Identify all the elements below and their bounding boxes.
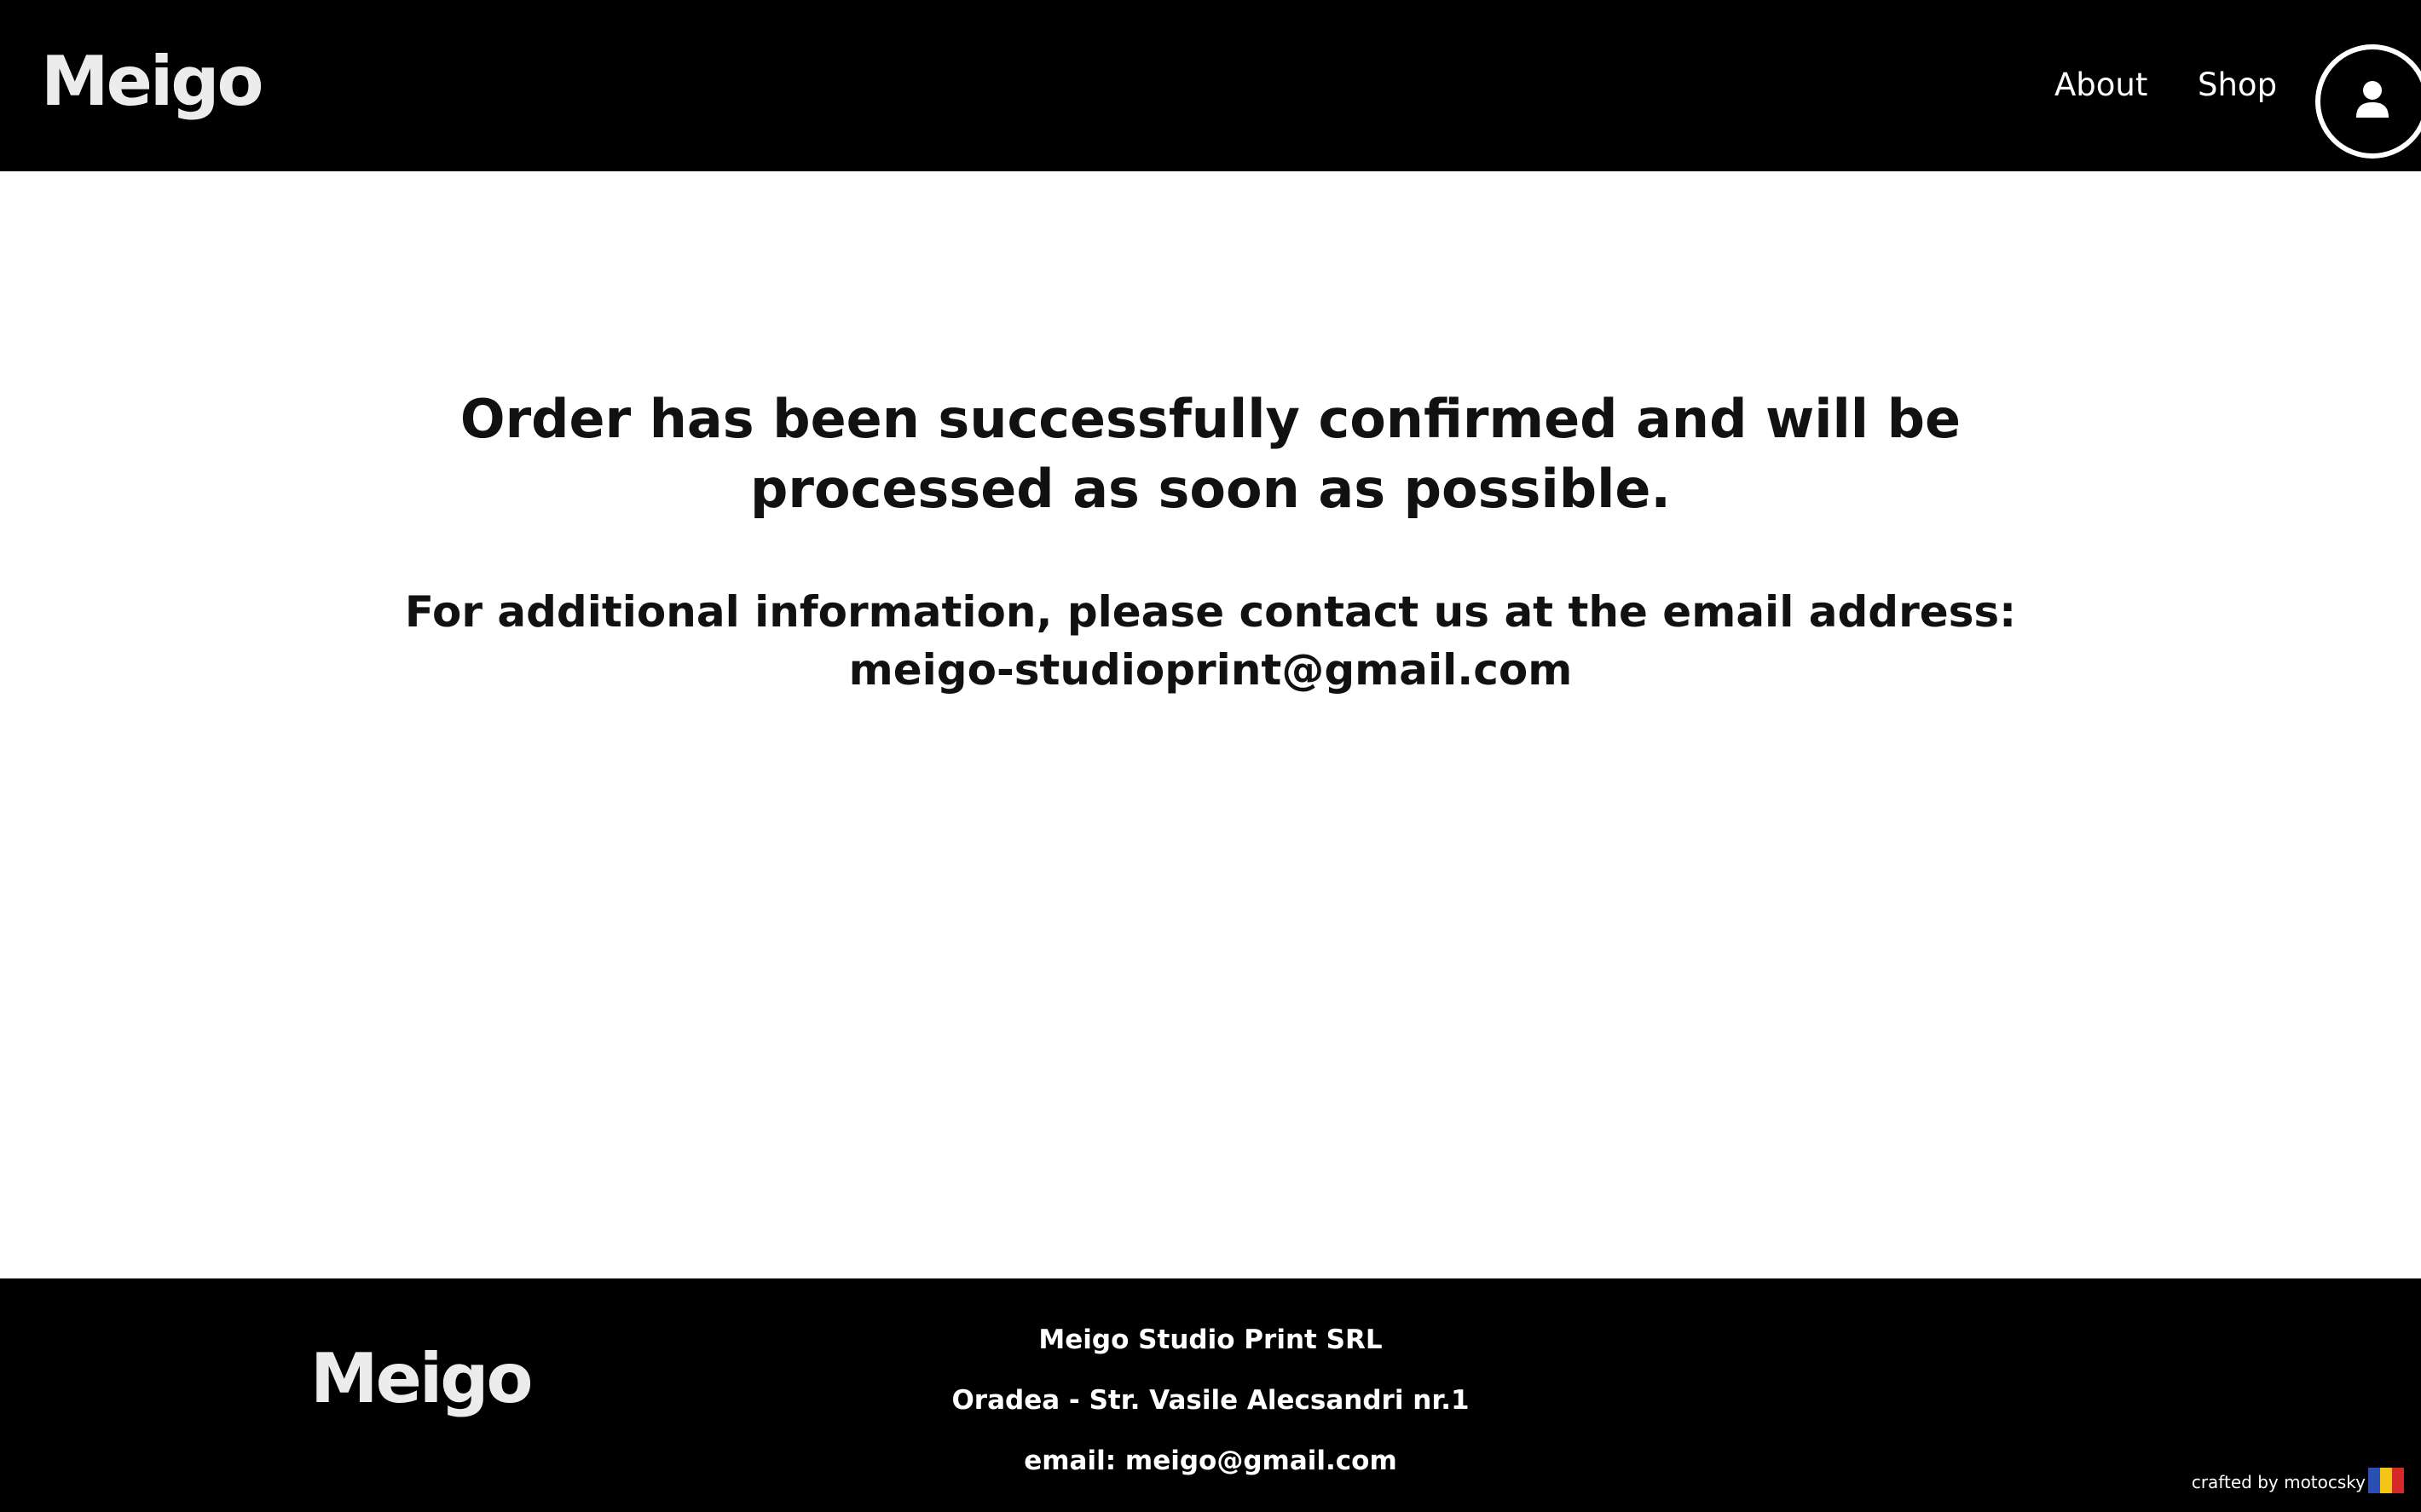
flag-stripe-red — [2392, 1468, 2404, 1493]
header-logo[interactable]: Meigo — [41, 48, 264, 116]
footer-address: Oradea - Str. Vasile Alecsandri nr.1 — [951, 1385, 1470, 1416]
user-circle-icon — [2356, 81, 2389, 118]
romania-flag-icon — [2368, 1468, 2404, 1493]
footer-email: email: meigo@gmail.com — [1024, 1446, 1397, 1476]
account-button[interactable] — [2315, 44, 2421, 159]
footer-company-name: Meigo Studio Print SRL — [1038, 1324, 1383, 1355]
site-header: Meigo About Shop — [0, 0, 2421, 171]
main-content: Order has been successfully confirmed an… — [0, 171, 2421, 1278]
contact-info-text: For additional information, please conta… — [404, 587, 2017, 695]
nav-shop-link[interactable]: Shop — [2198, 61, 2277, 109]
flag-stripe-blue — [2368, 1468, 2380, 1493]
flag-stripe-yellow — [2380, 1468, 2392, 1493]
confirmation-heading: Order has been successfully confirmed an… — [459, 388, 1962, 520]
site-footer: Meigo Meigo Studio Print SRL Oradea - St… — [0, 1278, 2421, 1512]
nav-about-link[interactable]: About — [2054, 61, 2147, 109]
order-confirmation-page: Meigo About Shop Order has been successf… — [0, 0, 2421, 1512]
footer-logo: Meigo — [310, 1339, 534, 1418]
crafted-by-credit[interactable]: crafted by motocsky — [2182, 1469, 2366, 1495]
